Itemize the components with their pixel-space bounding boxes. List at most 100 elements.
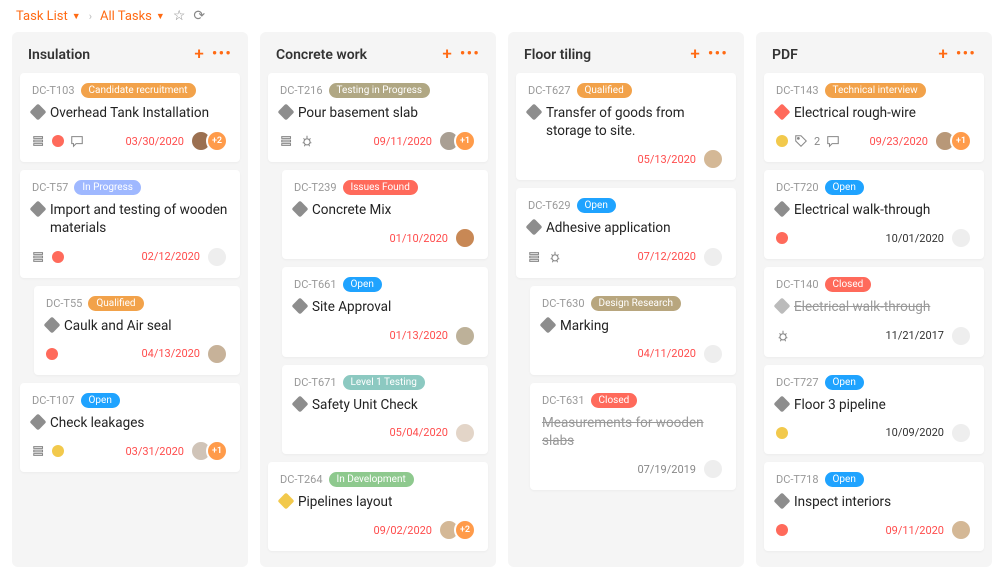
task-card[interactable]: DC-T630Design ResearchMarking04/11/2020 (530, 286, 736, 375)
task-card[interactable]: DC-T103Candidate recruitmentOverhead Tan… (20, 73, 240, 162)
task-id: DC-T264 (280, 473, 323, 486)
avatar-overflow[interactable]: +1 (206, 440, 228, 462)
tag-icon (794, 134, 808, 148)
due-date: 05/04/2020 (389, 426, 448, 439)
task-id: DC-T727 (776, 376, 819, 389)
avatar-empty[interactable] (702, 458, 724, 480)
due-date: 11/21/2017 (885, 329, 944, 342)
status-dot-icon (776, 427, 788, 439)
due-date: 01/10/2020 (389, 232, 448, 245)
task-card[interactable]: DC-T143Technical interviewElectrical rou… (764, 73, 984, 162)
status-tag: Design Research (591, 296, 681, 311)
status-tag: Level 1 Testing (343, 375, 425, 390)
avatar-empty[interactable] (950, 325, 972, 347)
caret-down-icon: ▼ (72, 11, 81, 22)
star-icon[interactable]: ☆ (173, 8, 186, 24)
task-title: Concrete Mix (312, 201, 391, 219)
task-card[interactable]: DC-T671Level 1 TestingSafety Unit Check0… (282, 365, 488, 454)
refresh-icon[interactable]: ⟳ (193, 8, 205, 24)
avatar[interactable] (454, 422, 476, 444)
column-menu-button[interactable]: ••• (460, 46, 480, 63)
alert-icon (776, 524, 788, 536)
task-title: Pour basement slab (298, 104, 418, 122)
task-card[interactable]: DC-T107OpenCheck leakages03/31/2020+1 (20, 383, 240, 472)
avatar-empty[interactable] (702, 246, 724, 268)
task-card[interactable]: DC-T239Issues FoundConcrete Mix01/10/202… (282, 170, 488, 259)
avatar[interactable] (454, 325, 476, 347)
avatar-overflow[interactable]: +1 (950, 130, 972, 152)
column-title: Floor tiling (524, 47, 591, 63)
task-card[interactable]: DC-T631ClosedMeasurements for wooden sla… (530, 383, 736, 490)
assignees (206, 246, 228, 268)
card-indicators (32, 250, 64, 264)
status-tag: In Development (329, 472, 414, 487)
due-date: 10/09/2020 (885, 426, 944, 439)
avatar-empty[interactable] (950, 422, 972, 444)
comment-icon (70, 134, 84, 148)
avatar-empty[interactable] (702, 343, 724, 365)
column-header: Insulation+••• (20, 40, 240, 73)
priority-icon (774, 395, 791, 412)
task-card[interactable]: DC-T57In ProgressImport and testing of w… (20, 170, 240, 277)
due-date: 01/13/2020 (389, 329, 448, 342)
add-card-button[interactable]: + (690, 46, 699, 63)
add-card-button[interactable]: + (442, 46, 451, 63)
avatar-empty[interactable] (206, 246, 228, 268)
breadcrumb-separator: › (89, 10, 92, 23)
task-card[interactable]: DC-T55QualifiedCaulk and Air seal04/13/2… (34, 286, 240, 375)
card-indicators (528, 250, 562, 264)
task-title: Electrical walk-through (794, 201, 930, 219)
status-tag: Technical interview (825, 83, 926, 98)
due-date: 10/01/2020 (885, 232, 944, 245)
avatar[interactable] (454, 227, 476, 249)
task-title: Inspect interiors (794, 493, 891, 511)
priority-icon (774, 104, 791, 121)
avatar-empty[interactable] (950, 227, 972, 249)
avatar-overflow[interactable]: +2 (206, 130, 228, 152)
column-menu-button[interactable]: ••• (212, 46, 232, 63)
due-date: 07/12/2020 (637, 250, 696, 263)
card-indicators (280, 134, 314, 148)
kanban-board: Insulation+•••DC-T103Candidate recruitme… (0, 32, 992, 567)
add-card-button[interactable]: + (938, 46, 947, 63)
subtask-icon (32, 250, 46, 264)
task-card[interactable]: DC-T140ClosedElectrical walk-through11/2… (764, 267, 984, 356)
task-card[interactable]: DC-T627QualifiedTransfer of goods from s… (516, 73, 736, 180)
task-card[interactable]: DC-T661OpenSite Approval01/13/2020 (282, 267, 488, 356)
avatar[interactable] (206, 343, 228, 365)
column: Floor tiling+•••DC-T627QualifiedTransfer… (508, 32, 744, 567)
add-card-button[interactable]: + (194, 46, 203, 63)
status-tag: Qualified (577, 83, 632, 98)
alert-icon (46, 348, 58, 360)
task-card[interactable]: DC-T629OpenAdhesive application07/12/202… (516, 188, 736, 277)
task-id: DC-T216 (280, 84, 323, 97)
task-card[interactable]: DC-T720OpenElectrical walk-through10/01/… (764, 170, 984, 259)
status-dot-icon (776, 135, 788, 147)
column-menu-button[interactable]: ••• (956, 46, 976, 63)
status-tag: Closed (825, 277, 872, 292)
subtask-icon (528, 250, 542, 264)
breadcrumb-root[interactable]: Task List▼ (16, 9, 81, 24)
assignees: +2 (190, 130, 228, 152)
column-menu-button[interactable]: ••• (708, 46, 728, 63)
task-card[interactable]: DC-T216Testing in ProgressPour basement … (268, 73, 488, 162)
tag-count: 2 (814, 135, 820, 148)
status-tag: In Progress (74, 180, 141, 195)
task-id: DC-T143 (776, 84, 819, 97)
task-card[interactable]: DC-T727OpenFloor 3 pipeline10/09/2020 (764, 365, 984, 454)
task-id: DC-T627 (528, 84, 571, 97)
breadcrumb-view[interactable]: All Tasks▼ (100, 9, 165, 24)
bug-icon (776, 329, 790, 343)
avatar[interactable] (702, 148, 724, 170)
column-header: PDF+••• (764, 40, 984, 73)
task-id: DC-T631 (542, 394, 585, 407)
priority-icon (540, 316, 557, 333)
avatar-overflow[interactable]: +1 (454, 130, 476, 152)
task-title: Marking (560, 317, 609, 335)
assignees (950, 325, 972, 347)
task-id: DC-T661 (294, 278, 337, 291)
due-date: 09/11/2020 (885, 524, 944, 537)
task-title: Measurements for wooden slabs (542, 414, 724, 450)
assignees (702, 343, 724, 365)
column: Insulation+•••DC-T103Candidate recruitme… (12, 32, 248, 567)
